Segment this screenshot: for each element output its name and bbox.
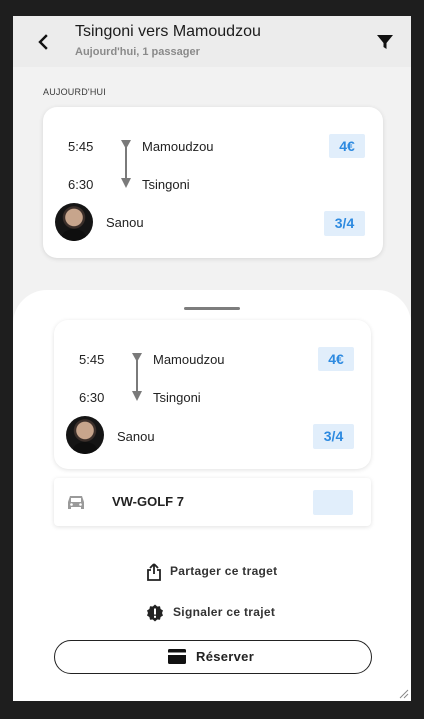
detail-arrival-place: Tsingoni (153, 390, 201, 405)
departure-time: 5:45 (68, 139, 94, 154)
vehicle-card: VW-GOLF 7 (54, 478, 371, 526)
sheet-drag-handle[interactable] (184, 307, 240, 310)
warning-badge-icon (147, 604, 163, 622)
seats-badge: 3/4 (324, 211, 365, 236)
report-trip-button[interactable]: Signaler ce trajet (13, 602, 411, 624)
detail-route-end-arrow (132, 391, 142, 401)
detail-departure-place: Mamoudzou (153, 352, 225, 367)
share-trip-button[interactable]: Partager ce traget (13, 561, 411, 583)
detail-price-badge: 4€ (318, 347, 354, 371)
detail-arrival-time: 6:30 (79, 390, 105, 405)
report-trip-label: Signaler ce trajet (173, 605, 276, 619)
detail-departure-time: 5:45 (79, 352, 105, 367)
trip-card[interactable]: 5:45 Mamoudzou 4€ 6:30 Tsingoni Sanou 3/… (43, 107, 383, 258)
route-end-arrow (121, 178, 131, 188)
app-screen: Tsingoni vers Mamoudzou Aujourd'hui, 1 p… (13, 16, 411, 701)
driver-avatar (55, 203, 93, 241)
detail-driver-avatar (66, 416, 104, 454)
vehicle-badge (313, 490, 353, 515)
resize-grip-icon[interactable] (397, 687, 409, 699)
vehicle-name: VW-GOLF 7 (112, 494, 184, 509)
trip-detail-card: 5:45 Mamoudzou 4€ 6:30 Tsingoni Sanou 3/… (54, 320, 371, 469)
page-subtitle: Aujourd'hui, 1 passager (75, 46, 200, 58)
back-arrow-icon[interactable] (31, 30, 55, 54)
page-title: Tsingoni vers Mamoudzou (75, 23, 261, 40)
car-icon (68, 496, 84, 509)
trip-detail-sheet: 5:45 Mamoudzou 4€ 6:30 Tsingoni Sanou 3/… (13, 290, 411, 701)
price-badge: 4€ (329, 134, 365, 158)
departure-place: Mamoudzou (142, 139, 214, 154)
arrival-time: 6:30 (68, 177, 94, 192)
detail-seats-badge: 3/4 (313, 424, 354, 449)
share-trip-label: Partager ce traget (170, 564, 278, 578)
driver-name: Sanou (106, 215, 144, 230)
filter-icon[interactable] (375, 32, 395, 52)
section-label-today: AUJOURD'HUI (43, 87, 106, 97)
payment-card-icon (168, 649, 186, 664)
detail-driver-name: Sanou (117, 429, 155, 444)
arrival-place: Tsingoni (142, 177, 190, 192)
share-icon (147, 563, 161, 581)
reserve-label: Réserver (196, 649, 255, 664)
reserve-button[interactable]: Réserver (54, 640, 372, 674)
app-header: Tsingoni vers Mamoudzou Aujourd'hui, 1 p… (13, 16, 411, 67)
